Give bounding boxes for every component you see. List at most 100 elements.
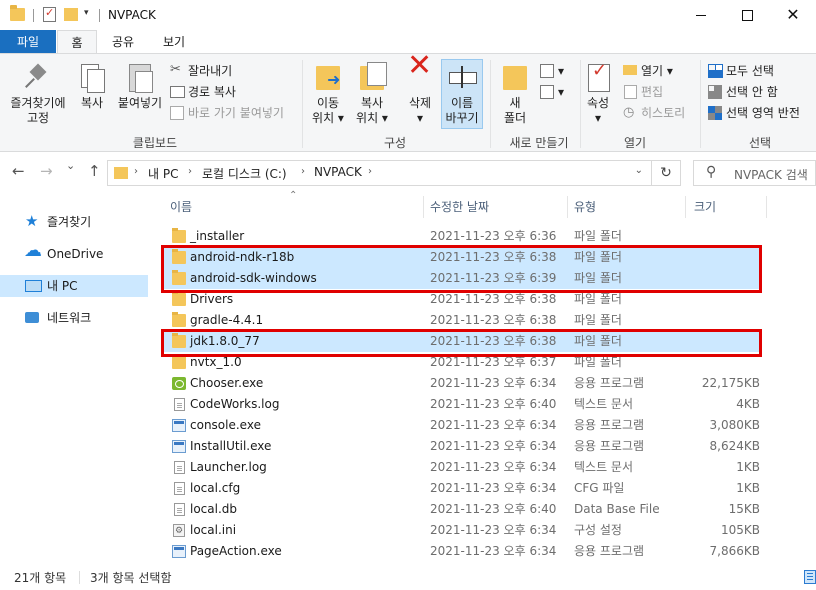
easy-access-button[interactable]: ▾ bbox=[540, 82, 564, 102]
invert-selection-button[interactable]: 선택 영역 반전 bbox=[708, 103, 800, 123]
quick-access-properties-icon[interactable] bbox=[43, 6, 56, 22]
file-name: local.db bbox=[190, 502, 238, 516]
file-row[interactable]: console.exe 2021-11-23 오후 6:34 응용 프로그램 3,08… bbox=[164, 415, 762, 436]
quick-access-new-folder-icon[interactable] bbox=[64, 8, 78, 21]
file-date: 2021-11-23 오후 6:40 bbox=[430, 502, 557, 516]
delete-label-line1: 삭제 bbox=[408, 96, 432, 110]
cut-label: 잘라내기 bbox=[188, 64, 233, 78]
new-folder-icon bbox=[500, 60, 530, 92]
group-divider bbox=[490, 60, 491, 148]
copy-to-button[interactable]: 복사 위치 ▾ bbox=[350, 60, 394, 126]
file-name: gradle-4.4.1 bbox=[190, 313, 264, 327]
properties-icon bbox=[583, 60, 613, 92]
nav-item-label: 네트워크 bbox=[47, 311, 92, 325]
copy-button[interactable]: 복사 bbox=[74, 60, 110, 111]
file-date: 2021-11-23 오후 6:34 bbox=[430, 376, 557, 390]
nav-onedrive[interactable]: OneDrive bbox=[0, 240, 148, 265]
delete-button[interactable]: 삭제 ▾ bbox=[401, 58, 439, 126]
nav-this-pc[interactable]: 내 PC bbox=[0, 275, 148, 297]
navigation-pane: 즐겨찾기 OneDrive 내 PC 네트워크 bbox=[0, 192, 152, 562]
breadcrumb-separator: › bbox=[301, 166, 305, 177]
breadcrumb-local-disk[interactable]: 로컬 디스크 (C:) bbox=[202, 165, 287, 182]
cut-button[interactable]: 잘라내기 bbox=[170, 60, 233, 81]
edit-button[interactable]: 편집 bbox=[623, 82, 663, 102]
file-row[interactable]: Chooser.exe 2021-11-23 오후 6:34 응용 프로그램 22,1… bbox=[164, 373, 762, 394]
easy-access-icon bbox=[540, 85, 554, 99]
tab-share[interactable]: 공유 bbox=[103, 30, 143, 54]
file-row[interactable]: InstallUtil.exe 2021-11-23 오후 6:34 응용 프로그램… bbox=[164, 436, 762, 457]
column-header-name[interactable]: 이름 bbox=[170, 192, 420, 222]
column-divider[interactable] bbox=[567, 196, 568, 218]
tab-home[interactable]: 홈 bbox=[57, 30, 97, 54]
file-row[interactable]: CodeWorks.log 2021-11-23 오후 6:40 텍스트 문서 4KB bbox=[164, 394, 762, 415]
nav-quick-access[interactable]: 즐겨찾기 bbox=[0, 210, 148, 233]
paste-shortcut-label: 바로 가기 붙여넣기 bbox=[188, 106, 284, 120]
file-row[interactable]: local.db 2021-11-23 오후 6:40 Data Base File… bbox=[164, 499, 762, 520]
quick-access-dropdown[interactable]: ▾ bbox=[84, 8, 89, 18]
file-row[interactable]: gradle-4.4.1 2021-11-23 오후 6:38 파일 폴더 bbox=[164, 310, 762, 331]
group-divider bbox=[302, 60, 303, 148]
paste-shortcut-button[interactable]: 바로 가기 붙여넣기 bbox=[170, 103, 284, 123]
move-to-icon bbox=[313, 60, 343, 92]
search-box[interactable]: ⚲ NVPACK 검색 bbox=[693, 160, 816, 186]
column-header-size[interactable]: 크기 bbox=[694, 192, 754, 222]
column-divider[interactable] bbox=[423, 196, 424, 218]
column-header-date[interactable]: 수정한 날짜 bbox=[430, 192, 560, 222]
rename-label-line2: 바꾸기 bbox=[445, 111, 479, 125]
chooser-app-icon bbox=[172, 377, 186, 390]
folder-icon bbox=[172, 354, 186, 369]
network-icon bbox=[25, 312, 40, 324]
tab-view[interactable]: 보기 bbox=[154, 30, 194, 54]
select-all-button[interactable]: 모두 선택 bbox=[708, 61, 774, 81]
navigation-bar: ← → ⌄ ↑ › 내 PC › 로컬 디스크 (C:) › NVPACK › … bbox=[0, 152, 816, 192]
breadcrumb-nvpack[interactable]: NVPACK bbox=[314, 165, 362, 179]
column-divider[interactable] bbox=[766, 196, 767, 218]
close-button[interactable]: ✕ bbox=[770, 0, 816, 30]
up-button[interactable]: ↑ bbox=[88, 162, 101, 180]
file-row[interactable]: PageAction.exe 2021-11-23 오후 6:34 응용 프로그램 7… bbox=[164, 541, 762, 562]
back-button[interactable]: ← bbox=[12, 162, 25, 180]
file-row[interactable]: Launcher.log 2021-11-23 오후 6:34 텍스트 문서 1KB bbox=[164, 457, 762, 478]
nav-network[interactable]: 네트워크 bbox=[0, 307, 148, 329]
file-size: 7,866KB bbox=[709, 544, 760, 558]
history-label: 히스토리 bbox=[641, 106, 686, 120]
select-none-button[interactable]: 선택 안 함 bbox=[708, 82, 778, 102]
pin-to-quick-access-button[interactable]: 즐겨찾기에 고정 bbox=[6, 60, 70, 126]
paste-button[interactable]: 붙여넣기 bbox=[114, 60, 166, 111]
scissors-icon bbox=[170, 60, 184, 80]
new-folder-button[interactable]: 새 폴더 bbox=[497, 60, 533, 126]
file-row[interactable]: local.ini 2021-11-23 오후 6:34 구성 설정 105KB bbox=[164, 520, 762, 542]
file-name: InstallUtil.exe bbox=[190, 439, 272, 453]
file-type: 응용 프로그램 bbox=[574, 439, 645, 453]
forward-button[interactable]: → bbox=[40, 162, 53, 180]
address-dropdown-button[interactable]: ⌄ bbox=[635, 165, 643, 176]
file-row[interactable]: _installer 2021-11-23 오후 6:36 파일 폴더 bbox=[164, 226, 762, 247]
history-button[interactable]: 히스토리 bbox=[623, 103, 685, 123]
file-name: Launcher.log bbox=[190, 460, 267, 474]
rename-button[interactable]: 이름 바꾸기 bbox=[441, 59, 483, 129]
open-button[interactable]: 열기 ▾ bbox=[623, 61, 673, 81]
copy-path-button[interactable]: 경로 복사 bbox=[170, 82, 236, 102]
file-row[interactable]: local.cfg 2021-11-23 오후 6:34 CFG 파일 1KB bbox=[164, 478, 762, 499]
properties-button[interactable]: 속성 ▾ bbox=[582, 60, 614, 126]
application-icon bbox=[172, 419, 186, 432]
highlight-box-android-folders bbox=[161, 245, 762, 293]
new-item-button[interactable]: ▾ bbox=[540, 61, 564, 81]
minimize-button[interactable] bbox=[678, 0, 724, 30]
column-divider[interactable] bbox=[685, 196, 686, 218]
search-input[interactable]: NVPACK 검색 bbox=[734, 166, 808, 183]
address-bar[interactable]: › 내 PC › 로컬 디스크 (C:) › NVPACK › ⌄ bbox=[107, 160, 652, 186]
recent-locations-button[interactable]: ⌄ bbox=[66, 159, 75, 172]
details-view-icon[interactable] bbox=[804, 570, 816, 584]
refresh-button[interactable]: ↻ bbox=[652, 160, 681, 186]
file-size: 22,175KB bbox=[701, 376, 760, 390]
maximize-button[interactable] bbox=[724, 0, 770, 30]
tab-file[interactable]: 파일 bbox=[0, 30, 56, 54]
move-to-button[interactable]: 이동 위치 ▾ bbox=[308, 60, 348, 126]
column-header-type[interactable]: 유형 bbox=[574, 192, 674, 222]
breadcrumb-this-pc[interactable]: 내 PC bbox=[148, 165, 178, 182]
invert-selection-icon bbox=[708, 106, 722, 118]
breadcrumb-separator: › bbox=[134, 166, 138, 177]
file-date: 2021-11-23 오후 6:40 bbox=[430, 397, 557, 411]
text-document-icon bbox=[174, 398, 185, 411]
